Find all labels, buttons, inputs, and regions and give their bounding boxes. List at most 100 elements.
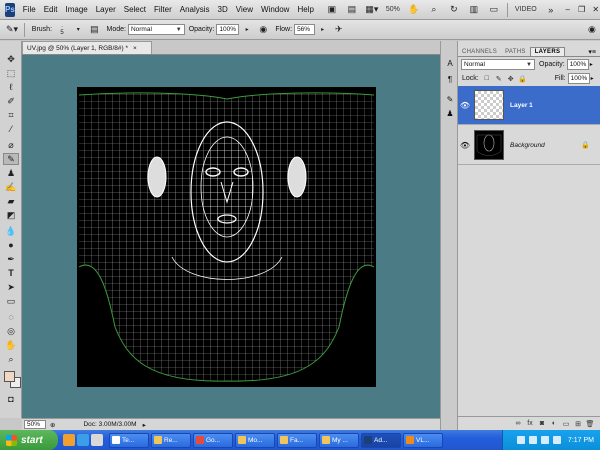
info-icon[interactable]: ⊕ [50,421,55,429]
new-group-icon[interactable]: ▭ [561,419,571,429]
path-selection-tool-icon[interactable]: ➤ [3,281,19,293]
marquee-tool-icon[interactable]: ⬚ [3,67,19,79]
tab-layers[interactable]: LAYERS [529,47,566,56]
quick-mask-icon[interactable]: ◘ [3,393,19,405]
image-canvas[interactable] [77,87,376,387]
network-icon[interactable] [516,436,525,444]
brush-tool-icon[interactable]: ✎ [3,153,19,165]
menu-layer[interactable]: Layer [92,5,120,14]
hand-tool-icon[interactable]: ✋ [407,3,421,17]
chevron-down-icon[interactable]: » [544,3,558,17]
move-tool-icon[interactable]: ✥ [3,53,19,65]
3d-orbit-tool-icon[interactable]: ◎ [3,325,19,337]
brush-dropdown-icon[interactable]: ▾ [73,23,83,37]
lock-transparency-icon[interactable]: □ [482,74,492,84]
brush-tool-preset-icon[interactable]: ✎▾ [6,23,18,37]
fill-input[interactable]: 100% [567,73,590,84]
clone-stamp-tool-icon[interactable]: ♟ [3,167,19,179]
menu-window[interactable]: Window [257,5,293,14]
tab-channels[interactable]: CHANNELS [458,48,501,56]
zoom-field[interactable]: 50% [24,420,46,429]
restore-icon[interactable]: ❐ [575,3,589,16]
lock-all-icon[interactable]: 🔒 [518,74,528,84]
extras-icon[interactable]: ▦▾ [365,3,379,17]
character-panel-icon[interactable]: A [444,57,456,69]
menu-3d[interactable]: 3D [214,5,232,14]
visibility-eye-icon[interactable]: 👁 [458,101,472,110]
3d-rotate-tool-icon[interactable]: ◌ [3,311,19,323]
eraser-tool-icon[interactable]: ▰ [3,195,19,207]
mini-bridge-icon[interactable]: ▤ [345,3,359,17]
taskbar-item[interactable]: VL... [403,432,443,448]
layer-opacity-input[interactable]: 100% [566,59,589,70]
layer-row-layer-1[interactable]: 👁 Layer 1 [458,86,600,125]
browser-quicklaunch-icon[interactable] [77,434,89,446]
spot-healing-tool-icon[interactable]: ⌀ [3,139,19,151]
crop-tool-icon[interactable]: ⌗ [3,109,19,121]
zoom-level-dropdown[interactable]: 50% [386,6,400,13]
new-layer-icon[interactable]: ⊞ [573,419,583,429]
history-brush-tool-icon[interactable]: ✍ [3,181,19,193]
lock-position-icon[interactable]: ✥ [506,74,516,84]
hand-tool-icon[interactable]: ✋ [3,339,19,351]
close-icon[interactable]: × [133,45,137,52]
clock[interactable]: 7:17 PM [568,437,594,444]
blur-tool-icon[interactable]: 💧 [3,225,19,237]
menu-file[interactable]: File [19,5,40,14]
delete-layer-icon[interactable]: 🗑 [585,419,595,429]
visibility-eye-icon[interactable]: 👁 [458,141,472,150]
panel-menu-icon[interactable]: ▾≡ [588,48,596,56]
airbrush-icon[interactable]: ✈ [334,23,344,37]
fill-slider-icon[interactable]: ▸ [591,75,594,82]
folder-quicklaunch-icon[interactable] [63,434,75,446]
clone-source-panel-icon[interactable]: ♟ [444,107,456,119]
menu-help[interactable]: Help [293,5,317,14]
flow-input[interactable]: 56% [294,24,315,35]
arrange-documents-icon[interactable]: ▥ [467,3,481,17]
opacity-input[interactable]: 100% [216,24,240,35]
paint-bucket-tool-icon[interactable]: ◩ [3,209,19,221]
desktop-quicklaunch-icon[interactable] [91,434,103,446]
opacity-slider-icon[interactable]: ▸ [590,61,593,68]
rotate-view-icon[interactable]: ↻ [447,3,461,17]
start-button[interactable]: start [0,430,58,450]
pen-tool-icon[interactable]: ✒ [3,253,19,265]
bridge-icon[interactable]: ▣ [325,3,339,17]
minimize-icon[interactable]: – [561,3,575,16]
shape-tool-icon[interactable]: ▭ [3,295,19,307]
flow-slider-icon[interactable]: ▸ [318,23,328,37]
volume-icon[interactable] [528,436,537,444]
document-tab[interactable]: UV.jpg @ 50% (Layer 1, RGB/8#) * × [22,41,152,54]
type-tool-icon[interactable]: T [3,267,19,279]
workspace-switcher[interactable]: VIDEO [515,6,537,13]
foreground-color-swatch[interactable] [4,371,15,382]
taskbar-item-active[interactable]: Ad... [361,432,401,448]
eyedropper-tool-icon[interactable]: ⁄ [3,123,19,135]
menu-filter[interactable]: Filter [150,5,176,14]
status-menu-icon[interactable]: ▸ [143,421,146,429]
brush-panel-icon[interactable]: ✎ [444,93,456,105]
taskbar-item[interactable]: Go... [193,432,233,448]
adjustment-layer-icon[interactable]: ◐ [549,419,559,429]
brush-preview-icon[interactable]: · 5 [57,23,67,37]
layer-row-background[interactable]: 👁 Background 🔒 [458,126,600,165]
blend-mode-select[interactable]: Normal ▼ [461,59,535,70]
layer-mask-icon[interactable]: ◙ [537,419,547,429]
tablet-pressure-opacity-icon[interactable]: ◉ [258,23,268,37]
lock-pixels-icon[interactable]: ✎ [494,74,504,84]
taskbar-item[interactable]: Re... [151,432,191,448]
taskbar-item[interactable]: My ... [319,432,359,448]
brush-panel-toggle-icon[interactable]: ▤ [89,23,99,37]
zoom-tool-icon[interactable]: ⌕ [3,353,19,365]
opacity-slider-icon[interactable]: ▸ [242,23,252,37]
lasso-tool-icon[interactable]: ℓ [3,81,19,93]
tab-paths[interactable]: PATHS [501,48,530,56]
link-layers-icon[interactable]: ∞ [513,419,523,429]
layer-style-icon[interactable]: fx [525,419,535,429]
quick-selection-tool-icon[interactable]: ✐ [3,95,19,107]
menu-view[interactable]: View [232,5,257,14]
mode-select[interactable]: Normal ▼ [127,24,185,35]
menu-analysis[interactable]: Analysis [176,5,214,14]
update-icon[interactable] [552,436,561,444]
taskbar-item[interactable]: Te... [109,432,149,448]
